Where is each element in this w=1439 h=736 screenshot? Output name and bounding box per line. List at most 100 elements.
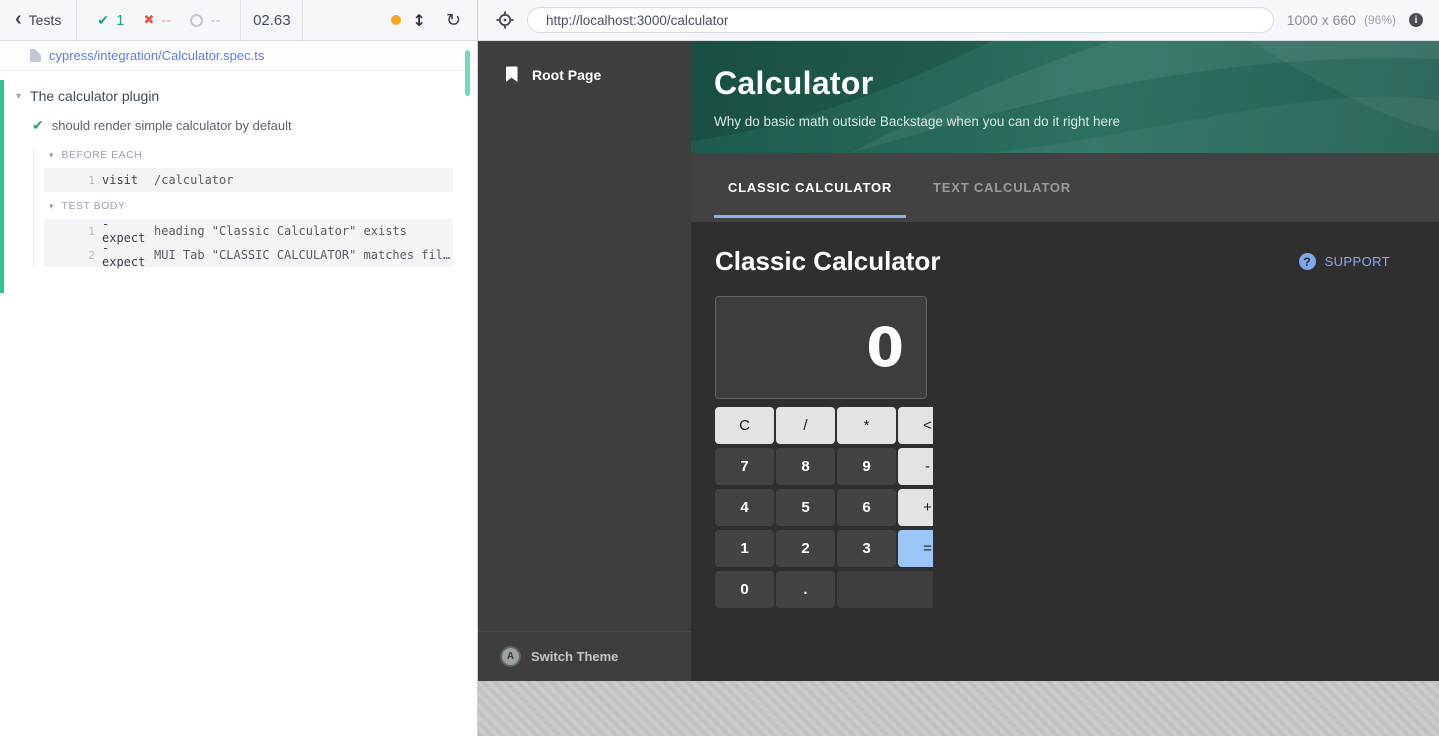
scroll-toggle-icon[interactable]: ↕ — [413, 11, 426, 30]
hook-before-each[interactable]: ▾ BEFORE EACH — [49, 149, 477, 161]
key-minus[interactable]: - — [898, 448, 933, 485]
hook-name: TEST BODY — [62, 200, 126, 212]
viewport-scale: (96%) — [1364, 13, 1396, 27]
key-equals[interactable]: = — [898, 530, 933, 567]
key-5[interactable]: 5 — [776, 489, 835, 526]
sidebar-item-root-page[interactable]: Root Page — [478, 41, 691, 83]
test-title: should render simple calculator by defau… — [52, 118, 292, 133]
keypad-spacer — [837, 571, 933, 608]
page-subtitle: Why do basic math outside Backstage when… — [714, 114, 1120, 129]
help-icon: ? — [1299, 253, 1316, 270]
calculator-keypad: C / * < 7 8 9 - 4 5 6 + 1 2 3 — [715, 407, 933, 608]
suite-row[interactable]: ▾ The calculator plugin — [4, 88, 477, 104]
selector-playground-icon[interactable] — [496, 11, 514, 29]
key-6[interactable]: 6 — [837, 489, 896, 526]
check-icon: ✔ — [32, 117, 44, 134]
hook-test-body[interactable]: ▾ TEST BODY — [49, 200, 477, 212]
spec-file-link[interactable]: cypress/integration/Calculator.spec.ts — [49, 48, 264, 63]
pending-count: -- — [210, 12, 220, 29]
test-results-block: ▾ The calculator plugin ✔ should render … — [0, 80, 477, 293]
collapse-triangle-icon: ▾ — [49, 201, 54, 212]
viewport-size: 1000 x 660 — [1287, 12, 1356, 28]
refresh-icon[interactable]: ↻ — [446, 10, 461, 31]
key-0[interactable]: 0 — [715, 571, 774, 608]
reporter-header-right: ↕ ↻ — [391, 10, 478, 31]
app-main: Calculator Why do basic math outside Bac… — [691, 41, 1439, 681]
tab-content: Classic Calculator ? SUPPORT 0 C / * < — [691, 222, 1439, 681]
divider — [302, 0, 303, 41]
stat-pending[interactable]: -- — [190, 12, 220, 29]
sidebar-item-switch-theme[interactable]: A Switch Theme — [478, 631, 691, 681]
command-method: - expect — [102, 241, 150, 269]
cross-icon: ✖ — [143, 12, 154, 28]
command-message: /calculator — [154, 173, 453, 187]
key-1[interactable]: 1 — [715, 530, 774, 567]
pending-circle-icon — [190, 14, 203, 27]
tab-classic-calculator[interactable]: CLASSIC CALCULATOR — [714, 153, 906, 222]
url-input[interactable]: http://localhost:3000/calculator — [527, 7, 1274, 33]
calculator-display-value: 0 — [866, 316, 904, 379]
tab-label: CLASSIC CALCULATOR — [728, 180, 892, 195]
spec-file-bar: cypress/integration/Calculator.spec.ts — [0, 41, 477, 71]
command-number: 1 — [44, 174, 95, 187]
collapse-triangle-icon: ▾ — [16, 91, 21, 102]
test-stats: ✔ 1 ✖ -- -- — [77, 12, 240, 29]
key-3[interactable]: 3 — [837, 530, 896, 567]
command-row-expect-2[interactable]: 2 - expect MUI Tab "CLASSIC CALCULATOR" … — [44, 243, 453, 267]
content-header-row: Classic Calculator ? SUPPORT — [715, 246, 1415, 277]
command-number: 2 — [44, 249, 95, 262]
cypress-reporter-panel: ‹ Tests ✔ 1 ✖ -- -- 02.63 — [0, 0, 478, 736]
page-header: Calculator Why do basic math outside Bac… — [691, 41, 1439, 153]
key-4[interactable]: 4 — [715, 489, 774, 526]
command-message: MUI Tab "CLASSIC CALCULATOR" matches fil… — [154, 248, 453, 262]
active-tab-indicator — [714, 215, 906, 218]
hook-name: BEFORE EACH — [62, 149, 143, 161]
key-8[interactable]: 8 — [776, 448, 835, 485]
page-title: Calculator — [714, 65, 873, 102]
key-decimal[interactable]: . — [776, 571, 835, 608]
back-to-tests-button[interactable]: ‹ Tests — [0, 0, 76, 40]
tab-text-calculator[interactable]: TEXT CALCULATOR — [906, 153, 1098, 222]
key-plus[interactable]: + — [898, 489, 933, 526]
reporter-scrollbar-thumb[interactable] — [465, 50, 470, 96]
key-7[interactable]: 7 — [715, 448, 774, 485]
info-icon[interactable]: i — [1409, 13, 1423, 27]
bookmark-icon — [504, 66, 519, 83]
collapse-triangle-icon: ▾ — [49, 150, 54, 161]
command-row-expect-1[interactable]: 1 - expect heading "Classic Calculator" … — [44, 219, 453, 243]
screen: ‹ Tests ✔ 1 ✖ -- -- 02.63 — [0, 0, 1439, 736]
brightness-auto-icon: A — [502, 648, 519, 665]
command-row-visit[interactable]: 1 visit /calculator — [44, 168, 453, 192]
run-duration: 02.63 — [241, 12, 302, 29]
support-button[interactable]: ? SUPPORT — [1299, 253, 1390, 270]
command-block: 1 - expect heading "Classic Calculator" … — [44, 219, 453, 267]
key-clear[interactable]: C — [715, 407, 774, 444]
chevron-left-icon: ‹ — [15, 9, 22, 29]
test-row[interactable]: ✔ should render simple calculator by def… — [4, 117, 477, 134]
content-heading: Classic Calculator — [715, 246, 940, 277]
suite-title: The calculator plugin — [30, 88, 159, 104]
app-sidebar: Root Page A Switch Theme — [478, 41, 691, 681]
file-icon — [30, 49, 41, 62]
command-message: heading "Classic Calculator" exists — [154, 224, 453, 238]
switch-theme-label: Switch Theme — [531, 649, 618, 664]
key-2[interactable]: 2 — [776, 530, 835, 567]
check-icon: ✔ — [97, 12, 109, 29]
url-text: http://localhost:3000/calculator — [546, 13, 728, 28]
stat-passed[interactable]: ✔ 1 — [97, 12, 124, 29]
key-backspace[interactable]: < — [898, 407, 933, 444]
failed-count: -- — [161, 12, 171, 29]
back-to-tests-label: Tests — [29, 12, 62, 28]
command-block: 1 visit /calculator — [44, 168, 453, 192]
support-label: SUPPORT — [1325, 254, 1390, 269]
tab-label: TEXT CALCULATOR — [933, 180, 1071, 195]
app-iframe: Root Page A Switch Theme Calculator Why … — [478, 41, 1439, 681]
hooks-list: ▾ BEFORE EACH 1 visit /calculator ▾ TEST… — [33, 149, 477, 267]
stat-failed[interactable]: ✖ -- — [143, 12, 171, 29]
key-9[interactable]: 9 — [837, 448, 896, 485]
calculator-display: 0 — [715, 296, 927, 399]
command-method: visit — [102, 173, 150, 187]
key-divide[interactable]: / — [776, 407, 835, 444]
key-multiply[interactable]: * — [837, 407, 896, 444]
status-dot-icon — [391, 15, 401, 25]
